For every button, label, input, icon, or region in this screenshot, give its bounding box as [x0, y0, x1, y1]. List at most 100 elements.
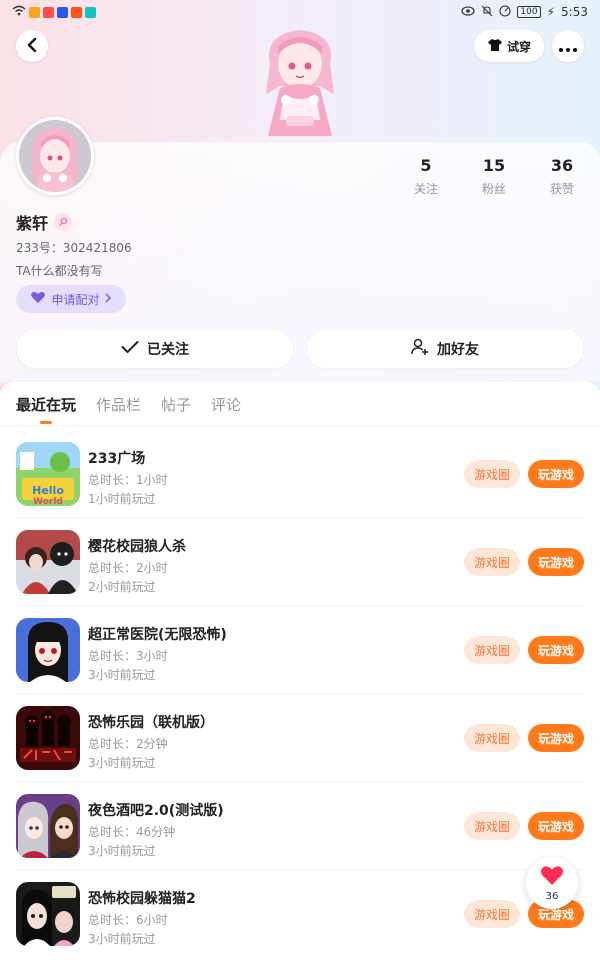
add-friend-button[interactable]: 加好友: [307, 330, 583, 368]
charging-icon: ⚡: [546, 5, 556, 19]
game-icon: [16, 794, 80, 858]
stat-label: 关注: [413, 182, 438, 196]
game-circle-button[interactable]: 游戏圈: [464, 812, 520, 840]
game-row[interactable]: 樱花校园狼人杀 总时长：2小时 2小时前玩过 游戏圈 玩游戏: [16, 518, 584, 606]
game-icon: [16, 706, 80, 770]
user-id: 233号：302421806: [16, 241, 132, 255]
avatar-character-art: [250, 24, 350, 142]
game-name: 233广场: [88, 451, 146, 467]
chevron-right-icon: [104, 292, 112, 306]
checkmark-icon: [121, 340, 139, 358]
game-row[interactable]: Hello World 233广场 总时长：1小时 1小时前玩过 游戏圈 玩游戏: [16, 430, 584, 518]
game-duration: 总时长：2小时: [88, 561, 168, 575]
game-last-played: 2小时前玩过: [88, 580, 156, 594]
status-icons-right: 100 ⚡ 5:53: [461, 4, 588, 20]
game-name: 恐怖校园躲猫猫2: [88, 891, 196, 907]
app-notification-icon: [29, 6, 40, 18]
app-notification-icon: [43, 6, 54, 18]
username: 紫轩: [16, 214, 49, 233]
game-row[interactable]: 恐怖乐园（联机版） 总时长：2分钟 3小时前玩过 游戏圈 玩游戏: [16, 694, 584, 782]
floating-like-button[interactable]: 36: [526, 857, 578, 909]
game-last-played: 3小时前玩过: [88, 756, 156, 770]
game-circle-button[interactable]: 游戏圈: [464, 724, 520, 752]
avatar-image: [19, 120, 91, 192]
tab-posts[interactable]: 帖子: [161, 394, 191, 415]
username-row: 紫轩: [16, 210, 73, 234]
more-dots-icon: [559, 37, 577, 56]
game-last-played: 3小时前玩过: [88, 844, 156, 858]
game-icon: [16, 530, 80, 594]
game-last-played: 1小时前玩过: [88, 492, 156, 506]
status-icons-left: [12, 5, 96, 19]
chevron-left-icon: [26, 37, 38, 56]
game-duration: 总时长：46分钟: [88, 825, 176, 839]
game-duration: 总时长：2分钟: [88, 737, 168, 751]
stat-following[interactable]: 5 关注: [396, 156, 456, 197]
request-pair-button[interactable]: 申请配对: [16, 285, 126, 313]
content-tabs: 最近在玩 作品栏 帖子 评论: [0, 382, 600, 426]
status-bar: 100 ⚡ 5:53: [0, 0, 600, 24]
stat-value: 15: [482, 156, 506, 175]
game-icon: Hello World: [16, 442, 80, 506]
back-button[interactable]: [16, 30, 48, 62]
stat-fans[interactable]: 15 粉丝: [464, 156, 524, 197]
game-duration: 总时长：1小时: [88, 473, 168, 487]
shirt-icon: [487, 38, 503, 55]
followed-button[interactable]: 已关注: [17, 330, 293, 368]
try-on-label: 试穿: [506, 39, 531, 54]
avatar[interactable]: [16, 117, 94, 195]
like-count: 36: [545, 890, 559, 902]
clock: 5:53: [561, 5, 588, 19]
tab-recent-play[interactable]: 最近在玩: [16, 394, 76, 415]
wifi-icon: [12, 5, 26, 19]
request-pair-label: 申请配对: [51, 292, 100, 307]
stat-likes[interactable]: 36 获赞: [532, 156, 592, 197]
try-on-button[interactable]: 试穿: [474, 30, 544, 62]
user-bio: TA什么都没有写: [16, 264, 103, 278]
eye-icon: [461, 5, 476, 19]
tab-works[interactable]: 作品栏: [96, 394, 141, 415]
svg-text:Hello: Hello: [32, 484, 64, 497]
svg-text:World: World: [33, 497, 63, 506]
play-game-button[interactable]: 玩游戏: [528, 460, 584, 488]
add-user-icon: [411, 338, 429, 360]
play-game-button[interactable]: 玩游戏: [528, 812, 584, 840]
followed-label: 已关注: [147, 342, 189, 358]
game-icon: [16, 882, 80, 946]
stat-label: 粉丝: [481, 182, 506, 196]
add-friend-label: 加好友: [437, 342, 479, 358]
play-game-button[interactable]: 玩游戏: [528, 724, 584, 752]
app-notification-icon: [85, 6, 96, 18]
game-name: 樱花校园狼人杀: [88, 539, 186, 555]
heart-icon: [540, 865, 564, 890]
game-row[interactable]: 恐怖校园躲猫猫2 总时长：6小时 3小时前玩过 游戏圈 玩游戏: [16, 870, 584, 958]
play-game-button[interactable]: 玩游戏: [528, 548, 584, 576]
speedometer-icon: [499, 4, 511, 20]
stat-label: 获赞: [549, 182, 574, 196]
game-duration: 总时长：3小时: [88, 649, 168, 663]
game-name: 恐怖乐园（联机版）: [88, 715, 214, 731]
game-name: 夜色酒吧2.0(测试版): [88, 803, 224, 819]
play-game-button[interactable]: 玩游戏: [528, 636, 584, 664]
female-gender-icon: [54, 213, 73, 231]
tab-active-indicator: [40, 421, 52, 424]
tab-comments[interactable]: 评论: [211, 394, 241, 415]
stat-value: 5: [420, 156, 432, 175]
game-circle-button[interactable]: 游戏圈: [464, 548, 520, 576]
heart-icon: [30, 291, 46, 307]
game-duration: 总时长：6小时: [88, 913, 168, 927]
game-last-played: 3小时前玩过: [88, 932, 156, 946]
app-notification-icon: [71, 6, 82, 18]
more-options-button[interactable]: [552, 30, 584, 62]
game-row[interactable]: 夜色酒吧2.0(测试版) 总时长：46分钟 3小时前玩过 游戏圈 玩游戏: [16, 782, 584, 870]
game-row[interactable]: 超正常医院(无限恐怖) 总时长：3小时 3小时前玩过 游戏圈 玩游戏: [16, 606, 584, 694]
game-last-played: 3小时前玩过: [88, 668, 156, 682]
mute-bell-icon: [481, 5, 493, 20]
game-icon: [16, 618, 80, 682]
game-circle-button[interactable]: 游戏圈: [464, 460, 520, 488]
game-name: 超正常医院(无限恐怖): [88, 627, 227, 643]
game-circle-button[interactable]: 游戏圈: [464, 900, 520, 928]
battery-indicator: 100: [517, 6, 541, 18]
game-circle-button[interactable]: 游戏圈: [464, 636, 520, 664]
app-notification-icon: [57, 6, 68, 18]
